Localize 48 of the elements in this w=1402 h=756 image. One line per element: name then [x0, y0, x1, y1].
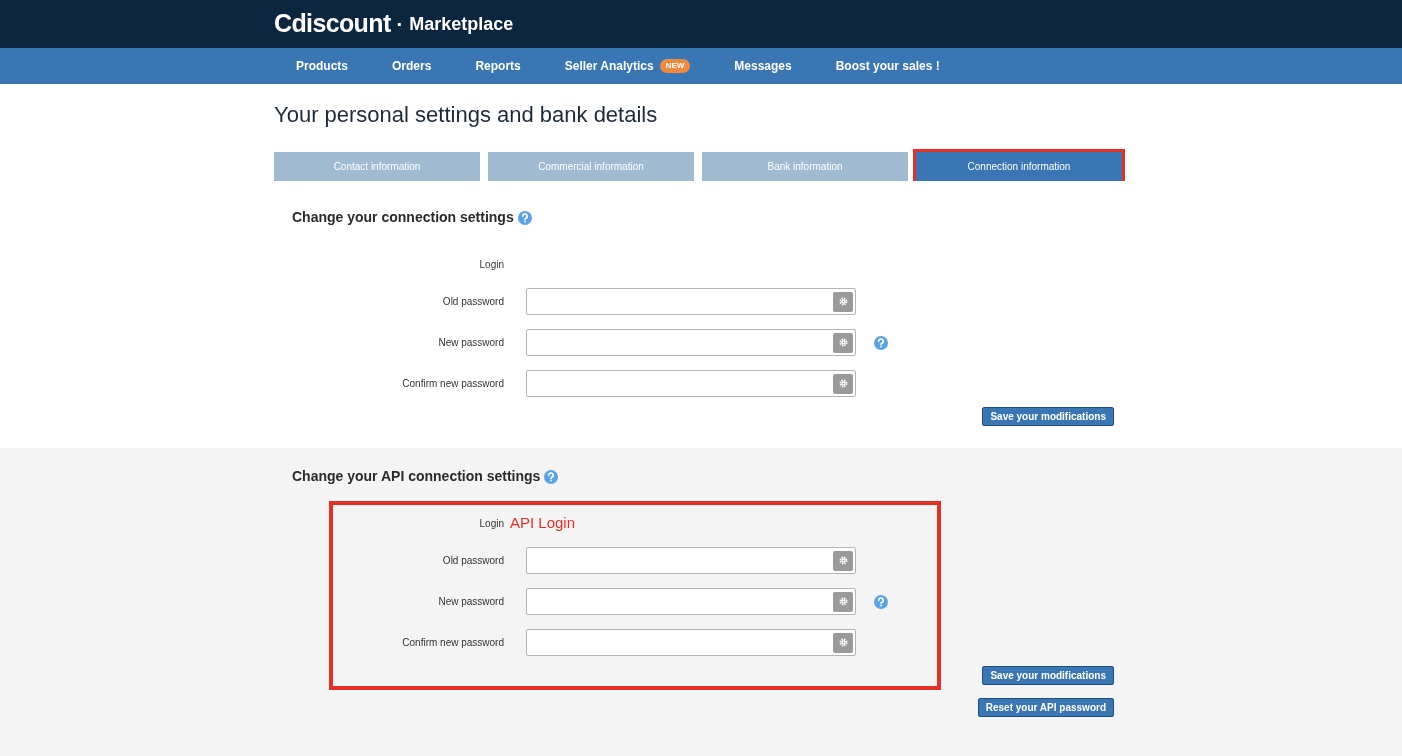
help-icon[interactable] [874, 594, 888, 609]
section-heading: Change your connection settings [292, 208, 514, 227]
gear-button[interactable] [833, 632, 853, 653]
nav-link[interactable]: Products [296, 57, 348, 75]
password-field[interactable] [526, 288, 856, 315]
help-icon[interactable] [874, 335, 888, 350]
nav-link[interactable]: Orders [392, 57, 432, 75]
field-label: New password [437, 595, 504, 609]
new-badge: NEW [659, 59, 691, 73]
password-field[interactable] [526, 588, 856, 615]
login-value: API Login [510, 512, 576, 533]
field-label: Confirm new password [401, 636, 504, 650]
action-button[interactable]: Save your modifications [982, 407, 1114, 426]
logo-brand: Cdiscount [274, 8, 391, 40]
nav-link[interactable]: Reports [475, 57, 521, 75]
gear-icon [838, 597, 848, 606]
nav-link[interactable]: Boost your sales ! [835, 57, 940, 75]
password-field[interactable] [526, 370, 856, 397]
logo-separator: · [396, 12, 404, 37]
logo-product: Marketplace [409, 12, 514, 36]
gear-icon [838, 338, 848, 347]
field-label: Login [478, 516, 504, 531]
action-button[interactable]: Save your modifications [982, 666, 1114, 685]
gear-button[interactable] [833, 550, 853, 571]
field-label: New password [437, 336, 504, 350]
gear-button[interactable] [833, 591, 853, 612]
field-label: Confirm new password [401, 377, 504, 391]
page-title: Your personal settings and bank details [274, 101, 659, 129]
gear-button[interactable] [833, 291, 853, 312]
gear-icon [838, 638, 848, 647]
password-field[interactable] [526, 629, 856, 656]
field-label: Old password [441, 554, 504, 568]
action-button[interactable]: Reset your API password [977, 698, 1114, 717]
gear-button[interactable] [833, 332, 853, 353]
tab[interactable]: Connection information [916, 152, 1122, 181]
gear-icon [838, 556, 848, 565]
gear-button[interactable] [833, 373, 853, 394]
password-field[interactable] [526, 329, 856, 356]
gear-icon [838, 379, 848, 388]
gear-icon [838, 297, 848, 306]
section-heading: Change your API connection settings [292, 467, 541, 486]
help-icon[interactable] [517, 210, 532, 225]
field-label: Login [478, 257, 504, 272]
nav-link[interactable]: Messages [734, 57, 792, 75]
nav-link[interactable]: Seller Analytics NEW [564, 57, 691, 75]
help-icon[interactable] [544, 469, 559, 484]
password-field[interactable] [526, 547, 856, 574]
field-label: Old password [441, 295, 504, 309]
